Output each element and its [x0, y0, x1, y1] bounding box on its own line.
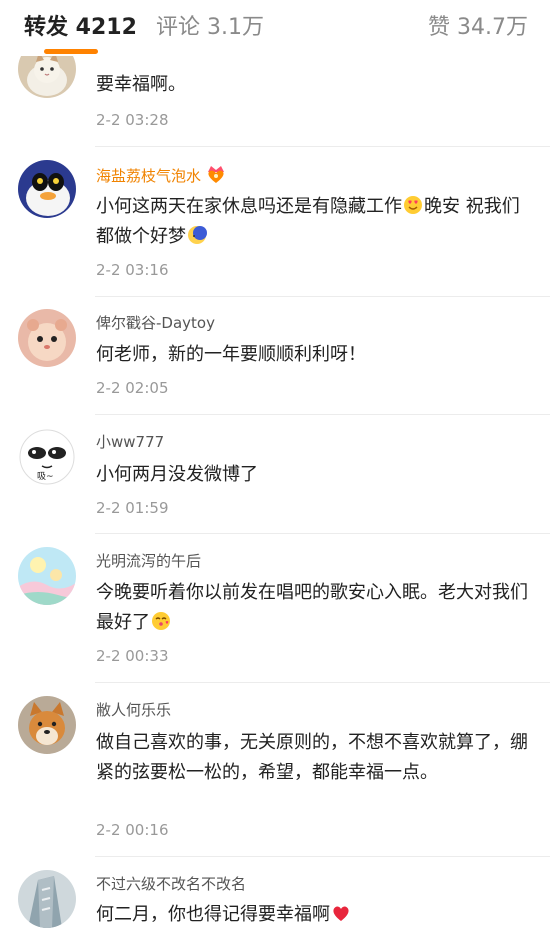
comment-time: 2-2 02:05 — [96, 379, 169, 397]
tab-comments[interactable]: 评论 3.1万 — [156, 14, 264, 42]
comment-text: 小何这两天在家休息吗还是有隐藏工作 晚安 祝我们都做个好梦 — [96, 192, 536, 252]
comment-username[interactable]: 敝人何乐乐 — [96, 700, 171, 720]
shiba-dog-avatar[interactable] — [18, 696, 76, 754]
avatar-caption: 吸~ — [37, 472, 54, 482]
comment-text-part: 何二月，你也得记得要幸福啊 — [96, 904, 330, 925]
comment-time: 2-2 03:28 — [96, 111, 169, 129]
tab-repost[interactable]: 转发 4212 — [24, 14, 137, 42]
pastel-illustration-avatar[interactable] — [18, 547, 76, 605]
comment-text: 小何两月没发微博了 — [96, 464, 258, 485]
comment-time: 2-2 01:59 — [96, 499, 169, 517]
comment-list: 要幸福啊。 2-2 03:28 海盐荔枝气泡水 小何这两天在家休息吗还是有隐藏工… — [0, 0, 550, 935]
divider — [95, 682, 550, 683]
comment-username[interactable]: 光明流泻的午后 — [96, 551, 201, 571]
comment-time: 2-2 00:16 — [96, 821, 169, 839]
divider — [95, 414, 550, 415]
red-heart-emoji-icon — [331, 903, 351, 923]
comment-text: 何老师，新的一年要顺顺利利呀！ — [96, 344, 366, 365]
crown-heart-badge-icon — [205, 164, 227, 184]
divider — [95, 533, 550, 534]
heart-eyes-emoji-icon — [403, 195, 423, 215]
comment-username[interactable]: 小ww777 — [96, 432, 164, 452]
divider — [95, 296, 550, 297]
hamster-avatar[interactable] — [18, 309, 76, 367]
active-tab-indicator — [44, 49, 98, 54]
kiss-emoji-icon — [151, 611, 171, 631]
comment-text: 要幸福啊。 — [96, 74, 186, 95]
divider — [95, 146, 550, 147]
tab-likes[interactable]: 赞 34.7万 — [428, 14, 528, 42]
comment-time: 2-2 00:33 — [96, 647, 169, 665]
comment-text-part: 小何这两天在家休息吗还是有隐藏工作 — [96, 196, 402, 217]
comment-username[interactable]: 不过六级不改名不改名 — [96, 874, 246, 894]
tab-bar: 转发 4212 评论 3.1万 赞 34.7万 — [0, 0, 550, 56]
comment-time: 2-2 03:16 — [96, 261, 169, 279]
comment-text: 做自己喜欢的事，无关原则的，不想不喜欢就算了，绷紧的弦要松一松的，希望，都能幸福… — [96, 732, 528, 783]
cartoon-duck-avatar[interactable] — [18, 160, 76, 218]
comment-username[interactable]: 海盐荔枝气泡水 — [96, 164, 227, 186]
comment-text: 今晚要听着你以前发在唱吧的歌安心入眠。老大对我们最好了 — [96, 578, 536, 638]
moon-emoji-icon — [187, 225, 207, 245]
comment-username[interactable]: 俾尔戳谷-Daytoy — [96, 313, 215, 333]
divider — [95, 856, 550, 857]
comment-username-text[interactable]: 海盐荔枝气泡水 — [96, 167, 201, 185]
comment-text: 何二月，你也得记得要幸福啊 — [96, 900, 536, 930]
building-photo-avatar[interactable] — [18, 870, 76, 928]
